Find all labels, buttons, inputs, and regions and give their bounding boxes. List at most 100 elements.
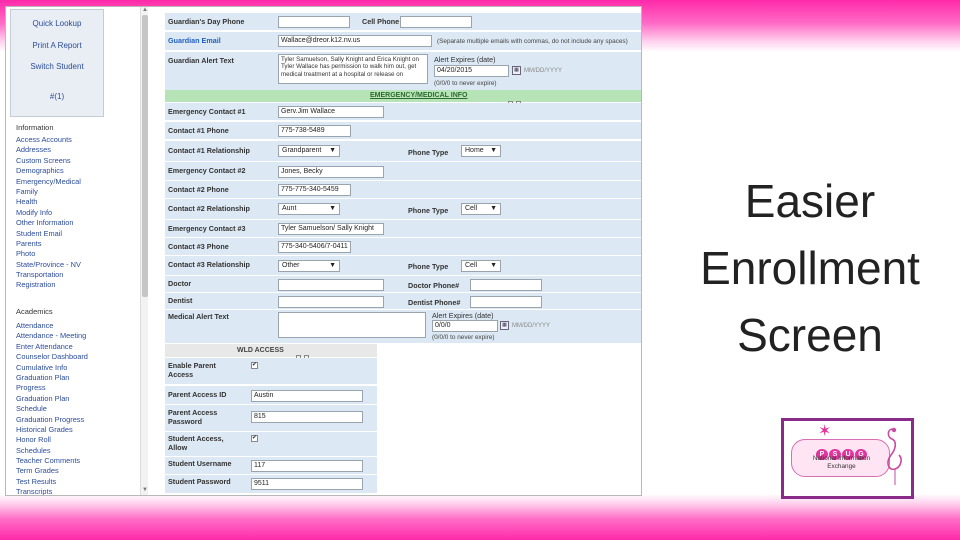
emergency-contact-1-label: Emergency Contact #1 (168, 107, 246, 116)
chevron-down-icon: ▼ (329, 205, 336, 212)
chevron-down-icon: ▼ (329, 262, 336, 269)
parent-access-password-input[interactable]: 815 (251, 411, 363, 423)
sidebar-item[interactable]: Enter Attendance (16, 342, 88, 352)
doctor-input[interactable] (278, 279, 384, 291)
guardian-email-input[interactable]: Wallace@dreor.k12.nv.us (278, 35, 432, 47)
sidebar-item[interactable]: Family (16, 187, 81, 197)
sidebar-item[interactable]: Graduation Plan (16, 394, 88, 404)
contact-3-phone-type-select[interactable]: Cell ▼ (461, 260, 501, 272)
sidebar-item[interactable]: Photo (16, 249, 81, 259)
sidebar-item[interactable]: Schedule (16, 404, 88, 414)
guardian-email-row: Guardian Email Wallace@dreor.k12.nv.us (… (165, 32, 641, 51)
wld-access-label[interactable]: WLD ACCESS (237, 347, 284, 354)
sidebar-item[interactable]: Test Results (16, 477, 88, 487)
contact-3-relationship-select[interactable]: Other ▼ (278, 260, 340, 272)
sidebar-item[interactable]: Cumulative Info (16, 363, 88, 373)
sidebar-item[interactable]: Modify Info (16, 208, 81, 218)
sidebar-item[interactable]: Historical Grades (16, 425, 88, 435)
information-header: Information (16, 123, 54, 132)
information-list: Access Accounts Addresses Custom Screens… (16, 135, 81, 291)
sidebar-item[interactable]: Attendance - Meeting (16, 331, 88, 341)
sidebar-item[interactable]: Attendance (16, 321, 88, 331)
cell-phone-label: Cell Phone (362, 17, 400, 26)
sidebar-item[interactable]: Transportation (16, 270, 81, 280)
date-format-hint: MM/DD/YYYY (524, 68, 563, 74)
sidebar-item[interactable]: Emergency/Medical (16, 177, 81, 187)
sidebar-item[interactable]: Schedules (16, 446, 88, 456)
student-username-input[interactable]: 117 (251, 460, 363, 472)
guardian-day-phone-input[interactable] (278, 16, 350, 28)
student-password-input[interactable]: 9511 (251, 478, 363, 490)
contact-1-phone-input[interactable]: 775-738-5489 (278, 125, 351, 137)
sidebar-item[interactable]: Graduation Plan (16, 373, 88, 383)
sidebar-item[interactable]: Health (16, 197, 81, 207)
emergency-contact-2-label: Emergency Contact #2 (168, 166, 246, 175)
scroll-down-icon[interactable]: ▼ (141, 487, 149, 493)
print-report-link[interactable]: Print A Report (11, 41, 103, 50)
contact-2-phone-type-select[interactable]: Cell ▼ (461, 203, 501, 215)
guardian-alert-textarea[interactable]: Tyler Samuelson, Sally Knight and Erica … (278, 54, 428, 84)
parent-access-password-label: Parent Access Password (168, 408, 218, 426)
calendar-icon[interactable]: ▦ (500, 321, 509, 330)
emergency-contact-1-input[interactable]: Gerv.Jim Wallace (278, 106, 384, 118)
logo-line-2: Exchange (827, 463, 856, 470)
sidebar-item[interactable]: Transcripts (16, 487, 88, 495)
sidebar-item[interactable]: Parents (16, 239, 81, 249)
emergency-medical-label[interactable]: EMERGENCY/MEDICAL INFO (370, 92, 468, 99)
parent-access-id-label: Parent Access ID (168, 390, 227, 399)
sidebar-scrollbar[interactable]: ▲ ▼ (140, 7, 149, 495)
wld-access-header[interactable]: WLD ACCESS (165, 344, 377, 360)
switch-student-link[interactable]: Switch Student (11, 62, 103, 71)
sidebar-item[interactable]: Honor Roll (16, 435, 88, 445)
emergency-contact-2-input[interactable]: Jones, Becky (278, 166, 384, 178)
contact-3-phone-input[interactable]: 775-340-5406/7-0411 (278, 241, 351, 253)
sidebar-item[interactable]: Student Email (16, 229, 81, 239)
sidebar-item[interactable]: Registration (16, 280, 81, 290)
medical-alert-expires-input[interactable]: 0/0/0 (432, 320, 498, 332)
calendar-icon[interactable]: ▦ (512, 66, 521, 75)
doctor-label: Doctor (168, 279, 192, 288)
contact-2-phone-label: Contact #2 Phone (168, 185, 229, 194)
student-count-link[interactable]: #(1) (11, 92, 103, 101)
contact-1-phone-type-label: Phone Type (408, 148, 449, 157)
sidebar-item[interactable]: Graduation Progress (16, 415, 88, 425)
scrollbar-thumb[interactable] (142, 15, 148, 297)
medical-alert-textarea[interactable] (278, 312, 426, 338)
sidebar-item[interactable]: State/Province - NV (16, 260, 81, 270)
contact-2-relationship-row: Contact #2 Relationship Aunt ▼ Phone Type… (165, 199, 641, 220)
emergency-medical-bar[interactable]: EMERGENCY/MEDICAL INFO (165, 90, 641, 106)
sidebar-item[interactable]: Term Grades (16, 466, 88, 476)
parent-access-id-input[interactable]: Austin (251, 390, 363, 402)
sidebar-item[interactable]: Access Accounts (16, 135, 81, 145)
student-access-checkbox[interactable]: ✔ (251, 435, 258, 442)
quick-lookup-link[interactable]: Quick Lookup (11, 19, 103, 28)
sidebar-item[interactable]: Custom Screens (16, 156, 81, 166)
select-value: Cell (465, 205, 478, 212)
sidebar-item[interactable]: Other Information (16, 218, 81, 228)
sidebar-item[interactable]: Demographics (16, 166, 81, 176)
logo-badge: PSUG National Information Exchange (791, 439, 890, 477)
enable-parent-access-checkbox[interactable]: ✔ (251, 362, 258, 369)
doctor-phone-label: Doctor Phone# (408, 281, 460, 290)
sidebar-item[interactable]: Counselor Dashboard (16, 352, 88, 362)
dentist-phone-input[interactable] (470, 296, 542, 308)
contact-1-phone-type-select[interactable]: Home ▼ (461, 145, 501, 157)
contact-2-phone-input[interactable]: 775-775-340-5459 (278, 184, 351, 196)
contact-2-relationship-select[interactable]: Aunt ▼ (278, 203, 340, 215)
contact-1-relationship-select[interactable]: Grandparent ▼ (278, 145, 340, 157)
logo: ✶ PSUG National Information Exchange (781, 418, 914, 499)
academics-header: Academics (16, 307, 53, 316)
emergency-contact-3-input[interactable]: Tyler Samuelson/ Sally Knight (278, 223, 384, 235)
dentist-input[interactable] (278, 296, 384, 308)
sidebar-item[interactable]: Progress (16, 383, 88, 393)
cell-phone-input[interactable] (400, 16, 472, 28)
parent-access-id-row: Parent Access ID Austin (165, 386, 377, 405)
scroll-up-icon[interactable]: ▲ (141, 7, 149, 13)
sidebar-item[interactable]: Teacher Comments (16, 456, 88, 466)
doctor-phone-input[interactable] (470, 279, 542, 291)
chevron-down-icon: ▼ (490, 262, 497, 269)
contact-3-phone-label: Contact #3 Phone (168, 242, 229, 251)
guardian-alert-expires-input[interactable]: 04/20/2015 (434, 65, 509, 77)
sidebar-item[interactable]: Addresses (16, 145, 81, 155)
logo-letters: PSUG (816, 443, 872, 460)
